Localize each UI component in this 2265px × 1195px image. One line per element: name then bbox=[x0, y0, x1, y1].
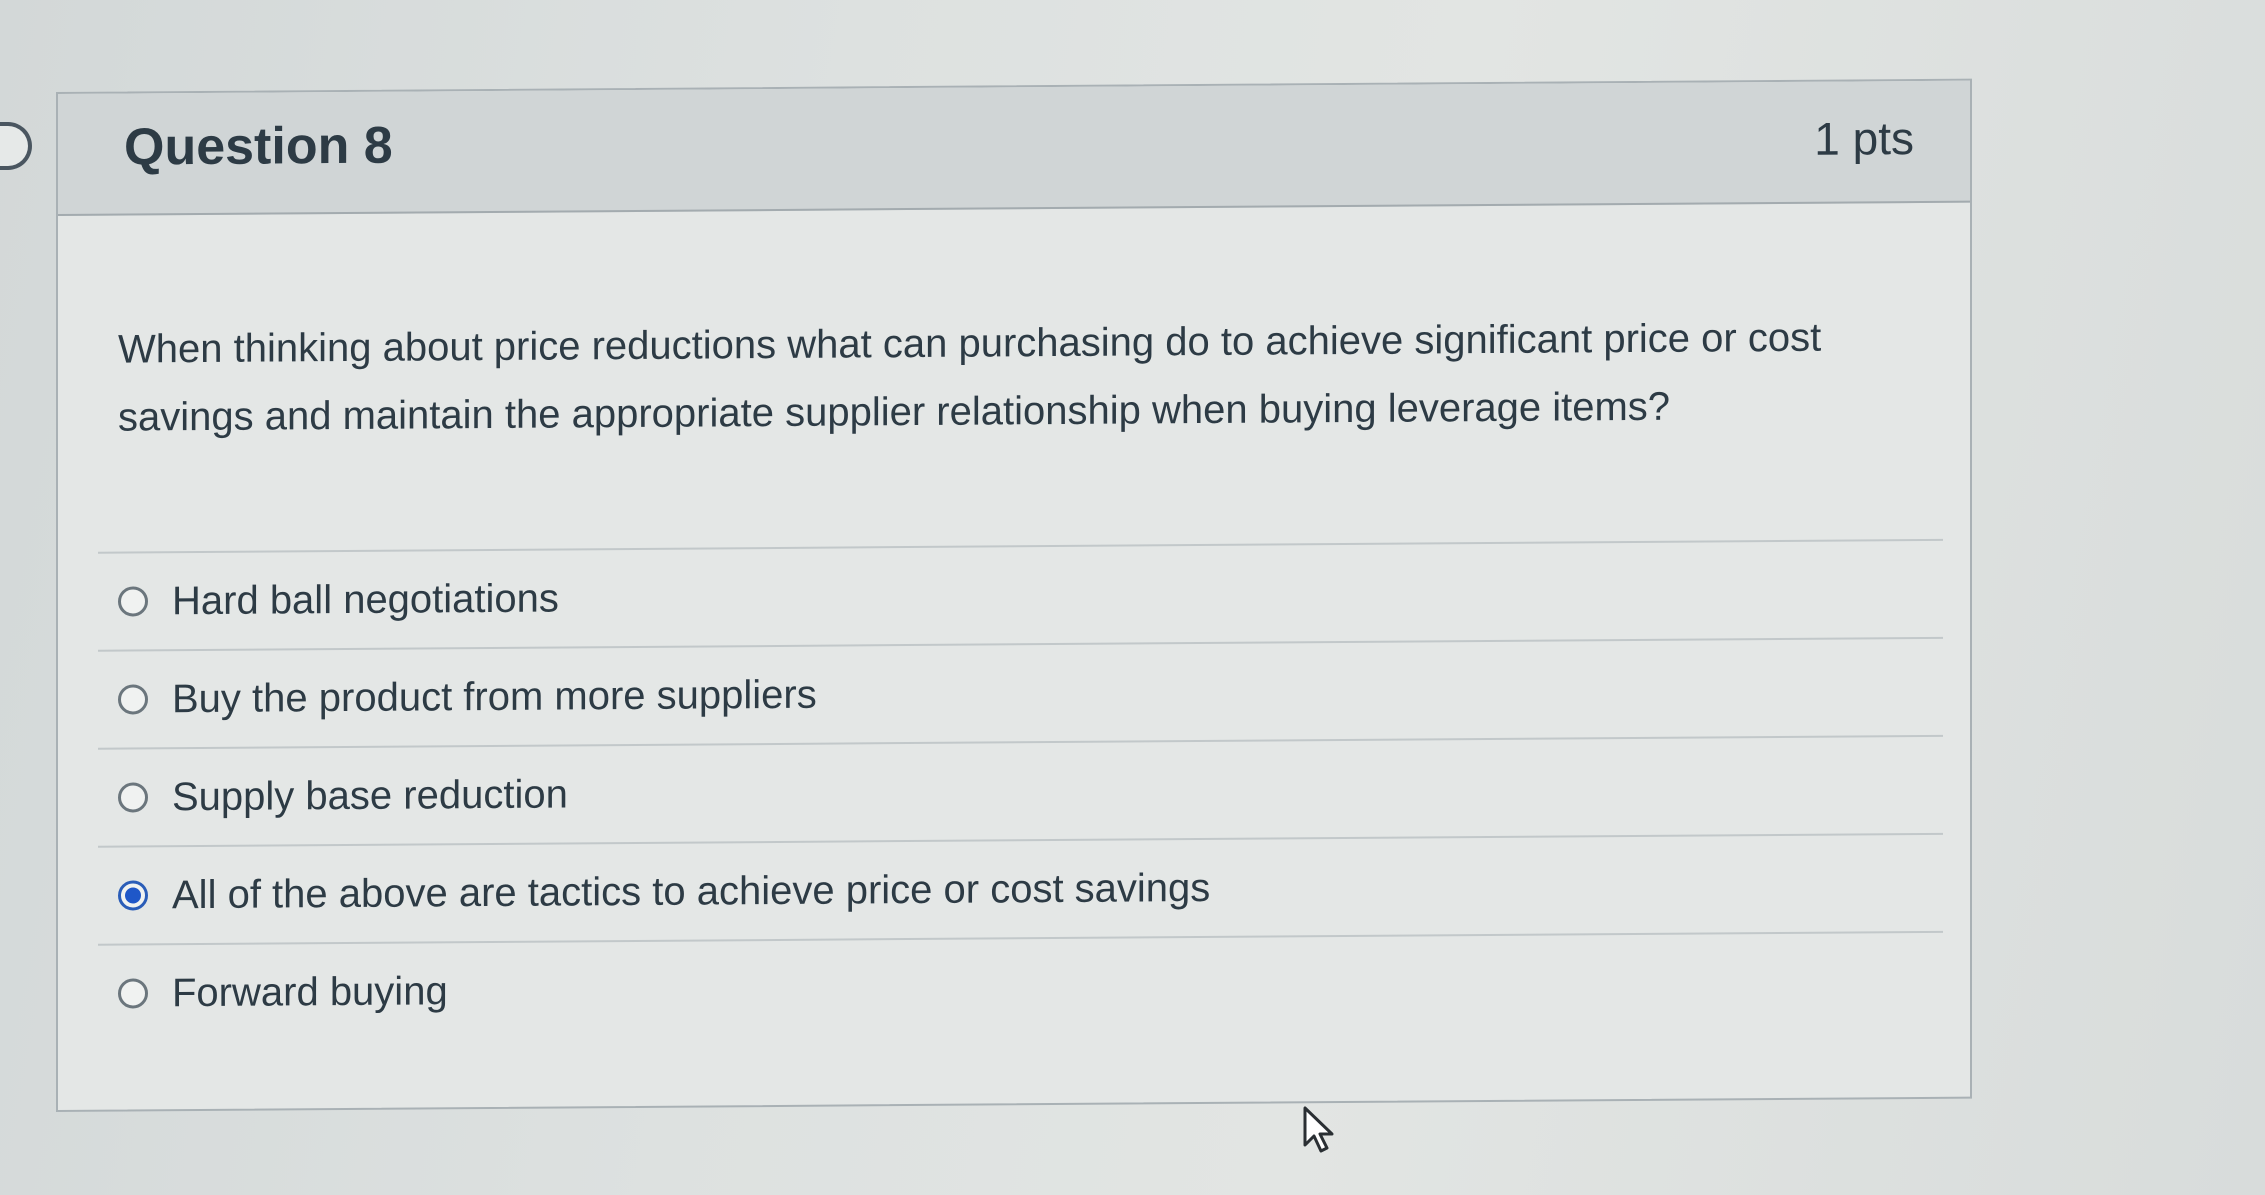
answer-label[interactable]: Hard ball negotiations bbox=[172, 576, 559, 624]
radio-button-selected[interactable] bbox=[118, 880, 148, 911]
answer-label[interactable]: Buy the product from more suppliers bbox=[172, 672, 817, 722]
answer-list: Hard ball negotiations Buy the product f… bbox=[98, 538, 1943, 1042]
answer-option[interactable]: Supply base reduction bbox=[98, 734, 1943, 846]
question-header: Question 8 1 pts bbox=[58, 80, 1970, 216]
question-card: Question 8 1 pts When thinking about pri… bbox=[56, 78, 1972, 1113]
answer-option[interactable]: Hard ball negotiations bbox=[98, 538, 1943, 650]
radio-button[interactable] bbox=[118, 586, 148, 617]
question-points: 1 pts bbox=[1814, 112, 1914, 165]
radio-button[interactable] bbox=[118, 684, 148, 715]
answer-option-selected[interactable]: All of the above are tactics to achieve … bbox=[98, 832, 1943, 944]
radio-button[interactable] bbox=[118, 782, 148, 813]
answer-label[interactable]: Forward buying bbox=[172, 969, 448, 1016]
question-flag-icon[interactable] bbox=[0, 122, 32, 170]
question-text: When thinking about price reductions wha… bbox=[118, 315, 1822, 440]
answer-label[interactable]: Supply base reduction bbox=[172, 772, 568, 820]
radio-button[interactable] bbox=[118, 978, 148, 1009]
answer-label[interactable]: All of the above are tactics to achieve … bbox=[172, 865, 1210, 917]
mouse-pointer-icon bbox=[1303, 1106, 1334, 1153]
answer-option[interactable]: Forward buying bbox=[98, 930, 1943, 1042]
answer-option[interactable]: Buy the product from more suppliers bbox=[98, 636, 1943, 748]
question-title: Question 8 bbox=[124, 116, 393, 177]
